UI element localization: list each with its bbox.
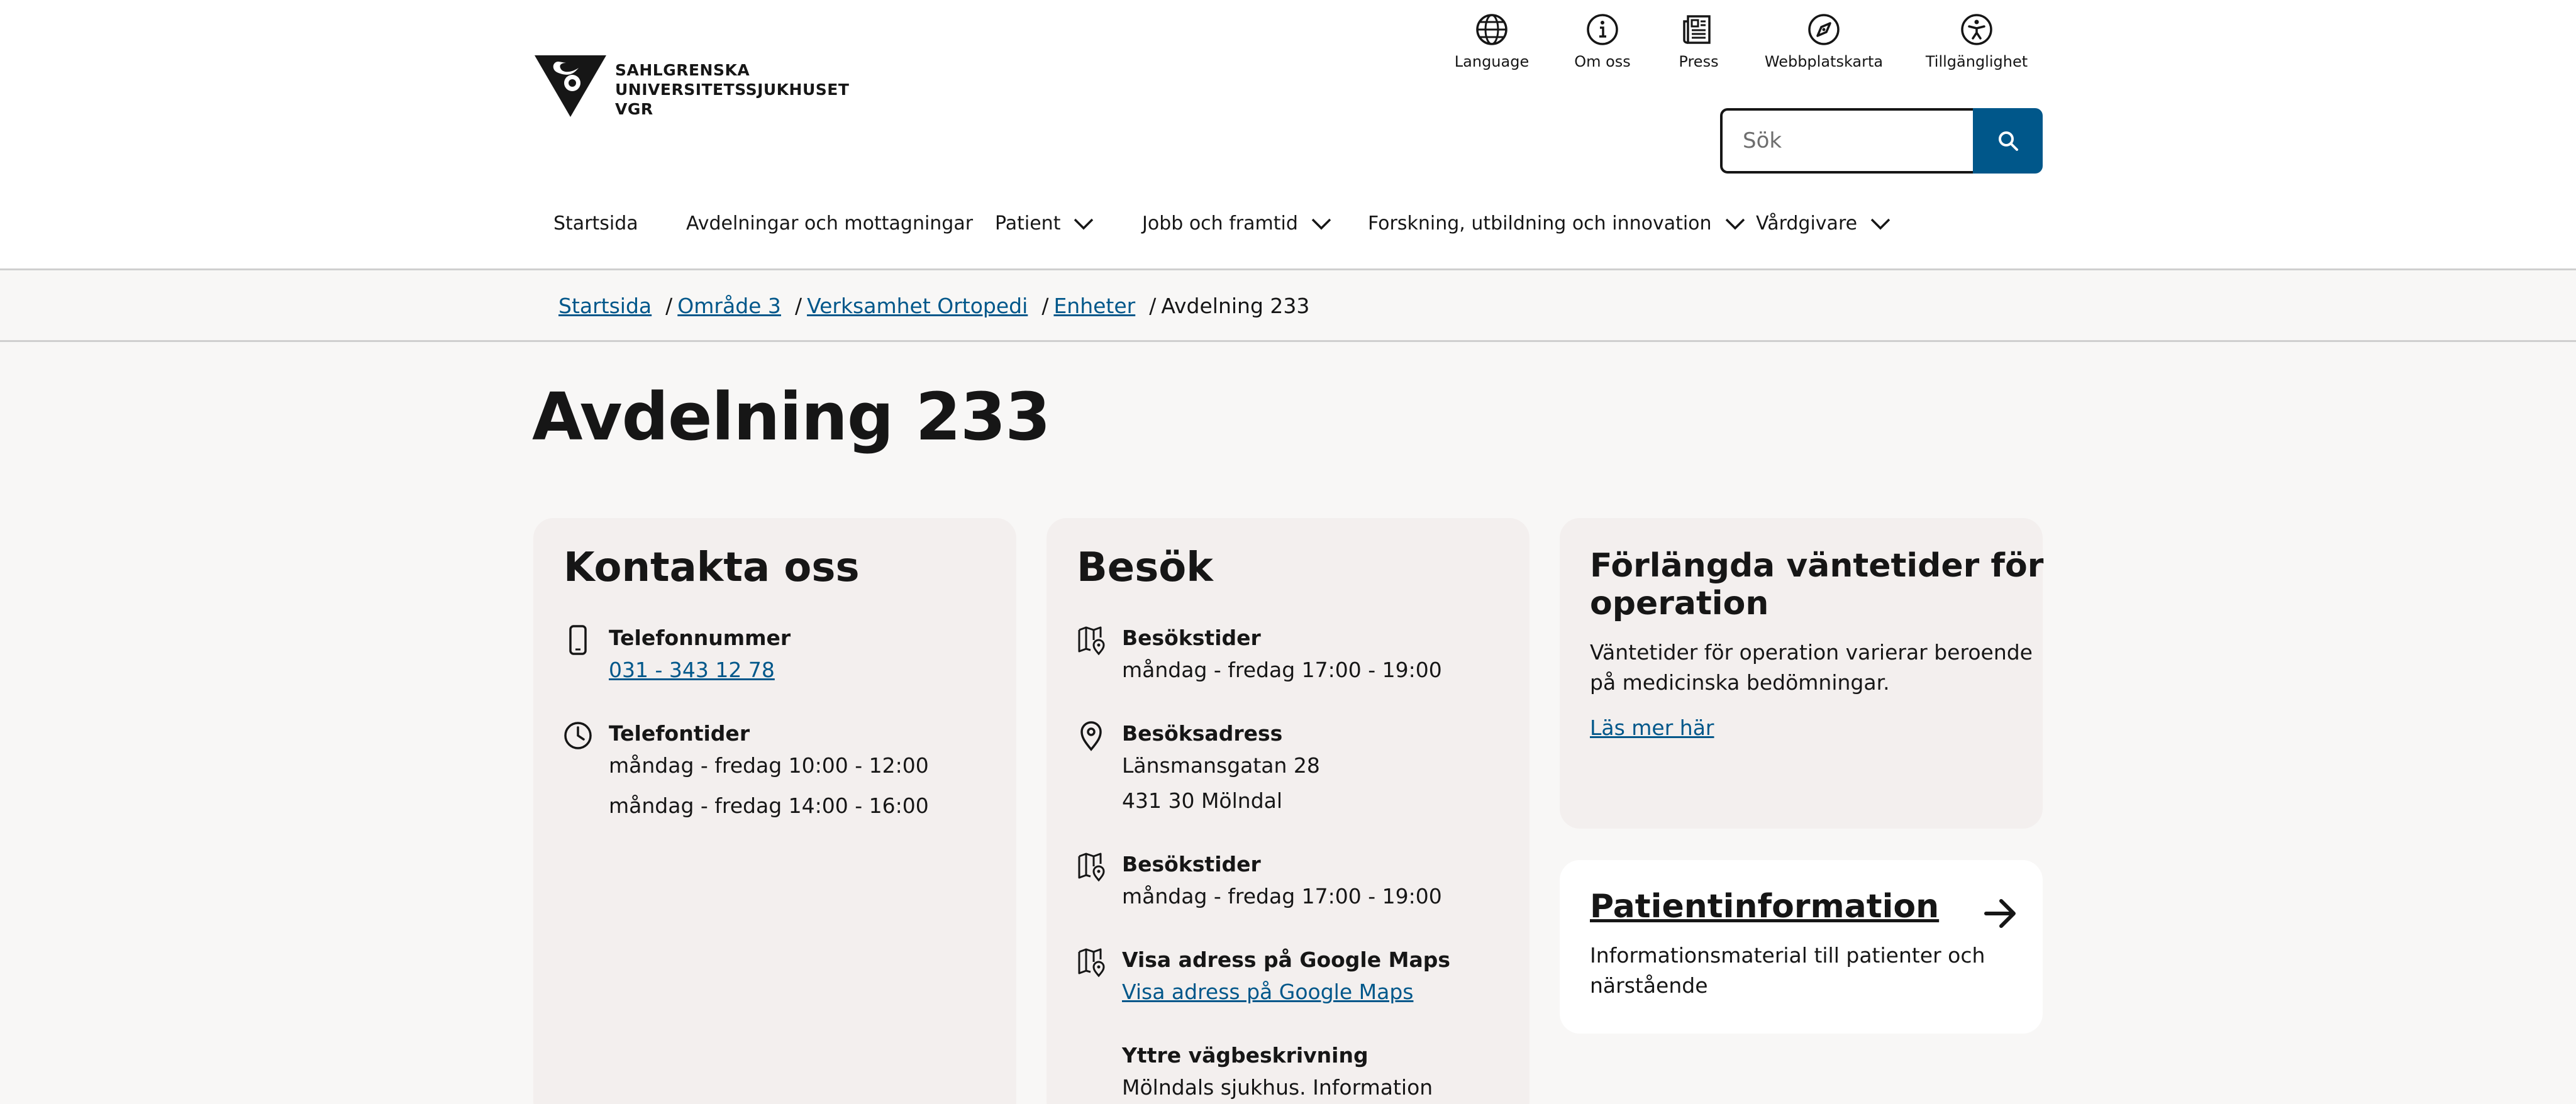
nav-item-avdelningar[interactable]: Avdelningar och mottagningar <box>686 213 973 235</box>
phone-number-link[interactable]: 031 - 343 12 78 <box>609 658 775 682</box>
breadcrumb-separator: / <box>665 294 673 318</box>
waiting-text-line-2: på medicinska bedömningar. <box>1590 670 1890 695</box>
util-language[interactable]: Language <box>1454 13 1530 70</box>
contact-card: Kontakta oss Telefonnummer 031 - 343 12 … <box>533 518 1016 1104</box>
chevron-down-icon <box>1870 218 1890 229</box>
hours-line-2: måndag - fredag 14:00 - 16:00 <box>609 793 929 818</box>
waiting-text-line-1: Väntetider för operation varierar beroen… <box>1590 640 2033 665</box>
main-nav: Startsida Avdelningar och mottagningar P… <box>0 213 2576 240</box>
address-line-2: 431 30 Mölndal <box>1122 788 1283 813</box>
vgr-logo-icon <box>535 55 606 117</box>
waiting-times-title: Förlängda väntetider för operation <box>1590 547 2043 622</box>
patient-info-card[interactable]: Patientinformation Informationsmaterial … <box>1560 860 2043 1034</box>
breadcrumb-separator: / <box>1041 294 1049 318</box>
waiting-title-line-2: operation <box>1590 585 1769 622</box>
globe-icon <box>1476 14 1507 45</box>
maps-label: Visa adress på Google Maps <box>1122 947 1450 972</box>
newspaper-icon <box>1683 15 1711 44</box>
nav-item-startsida[interactable]: Startsida <box>553 213 638 235</box>
visit-title: Besök <box>1077 544 1213 591</box>
contact-title: Kontakta oss <box>564 544 860 591</box>
nav-item-label: Patient <box>995 213 1061 235</box>
waiting-title-line-1: Förlängda väntetider för <box>1590 547 2044 585</box>
site-header: SAHLGRENSKA UNIVERSITETSSJUKHUSET VGR La… <box>0 0 2576 270</box>
breadcrumb-separator: / <box>1149 294 1157 318</box>
util-about[interactable]: Om oss <box>1574 13 1631 70</box>
read-more-link[interactable]: Läs mer här <box>1590 710 1714 746</box>
visiting-hours-2-value: måndag - fredag 17:00 - 19:00 <box>1122 884 1442 908</box>
nav-item-label: Forskning, utbildning och innovation <box>1368 213 1712 235</box>
nav-item-label: Avdelningar och mottagningar <box>686 213 974 235</box>
waiting-times-text: Väntetider för operation varierar beroen… <box>1590 638 2033 698</box>
util-sitemap-label: Webbplatskarta <box>1764 53 1884 70</box>
visiting-hours-2-label: Besökstider <box>1122 852 1261 876</box>
logo-line-3: VGR <box>615 100 653 118</box>
breadcrumb-link-verksamhet[interactable]: Verksamhet Ortopedi <box>807 294 1028 318</box>
breadcrumb-list: Startsida / Område 3 / Verksamhet Ortope… <box>558 294 1309 318</box>
logo-line-2: UNIVERSITETSSJUKHUSET <box>615 80 850 99</box>
search-icon <box>1998 131 2018 151</box>
breadcrumb-current: Avdelning 233 <box>1161 294 1310 318</box>
map-pin-icon <box>1078 948 1105 978</box>
util-language-label: Language <box>1454 53 1530 70</box>
site-logo[interactable]: SAHLGRENSKA UNIVERSITETSSJUKHUSET VGR <box>533 54 849 119</box>
nav-item-patient[interactable]: Patient <box>995 213 1094 235</box>
map-pin-icon <box>1078 626 1105 656</box>
hours-line-1: måndag - fredag 10:00 - 12:00 <box>609 753 929 778</box>
chevron-down-icon <box>1311 218 1331 229</box>
phone-label: Telefonnummer <box>609 626 791 650</box>
directions-label: Yttre vägbeskrivning <box>1122 1043 1368 1068</box>
breadcrumb-link-enheter[interactable]: Enheter <box>1053 294 1135 318</box>
page-title: Avdelning 233 <box>532 378 1051 455</box>
nav-item-label: Vårdgivare <box>1756 213 1858 235</box>
util-sitemap[interactable]: Webbplatskarta <box>1764 13 1884 70</box>
chevron-down-icon <box>1725 218 1745 229</box>
nav-item-label: Startsida <box>553 213 638 235</box>
logo-line-1: SAHLGRENSKA <box>615 61 750 79</box>
util-about-label: Om oss <box>1574 53 1631 70</box>
map-pin-icon <box>1078 853 1105 882</box>
util-press[interactable]: Press <box>1678 13 1719 70</box>
location-pin-icon <box>1080 721 1102 751</box>
search-form <box>1720 108 2043 174</box>
nav-item-forskning[interactable]: Forskning, utbildning och innovation <box>1368 213 1746 235</box>
info-icon <box>1587 14 1618 45</box>
logo-text: SAHLGRENSKA UNIVERSITETSSJUKHUSET VGR <box>615 60 849 119</box>
visiting-hours-label: Besökstider <box>1122 626 1261 650</box>
arrow-right-icon[interactable] <box>1982 895 2019 932</box>
visit-card: Besök Besökstider måndag - fredag 17:00 … <box>1046 518 1530 1104</box>
directions-text: Mölndals sjukhus. Information <box>1122 1075 1433 1100</box>
patient-info-title[interactable]: Patientinformation <box>1590 888 1939 925</box>
waiting-times-card: Förlängda väntetider för operation Vänte… <box>1560 518 2043 829</box>
nav-item-jobb[interactable]: Jobb och framtid <box>1142 213 1332 235</box>
breadcrumb-link-omrade[interactable]: Område 3 <box>677 294 781 318</box>
nav-item-label: Jobb och framtid <box>1142 213 1298 235</box>
patient-info-text-line-2: närstående <box>1590 973 1708 998</box>
search-input[interactable] <box>1720 108 1973 174</box>
chevron-down-icon <box>1074 218 1094 229</box>
search-button[interactable] <box>1973 108 2043 174</box>
address-line-1: Länsmansgatan 28 <box>1122 753 1320 778</box>
patient-info-text: Informationsmaterial till patienter och … <box>1590 941 1985 1001</box>
nav-item-vardgivare[interactable]: Vårdgivare <box>1756 213 1891 235</box>
clock-icon <box>564 722 592 749</box>
util-accessibility-label: Tillgänglighet <box>1925 53 2028 70</box>
google-maps-link[interactable]: Visa adress på Google Maps <box>1122 980 1413 1004</box>
breadcrumb-separator: / <box>794 294 802 318</box>
accessibility-icon <box>1961 14 1992 45</box>
compass-icon <box>1808 14 1840 45</box>
hours-label: Telefontider <box>609 721 750 746</box>
patient-info-text-line-1: Informationsmaterial till patienter och <box>1590 943 1985 968</box>
breadcrumb: Startsida / Område 3 / Verksamhet Ortope… <box>0 272 2576 342</box>
visiting-hours-value: måndag - fredag 17:00 - 19:00 <box>1122 658 1442 682</box>
phone-icon <box>569 625 587 655</box>
breadcrumb-link-startsida[interactable]: Startsida <box>558 294 652 318</box>
util-accessibility[interactable]: Tillgänglighet <box>1926 13 2028 70</box>
util-press-label: Press <box>1679 53 1719 70</box>
address-label: Besöksadress <box>1122 721 1283 746</box>
